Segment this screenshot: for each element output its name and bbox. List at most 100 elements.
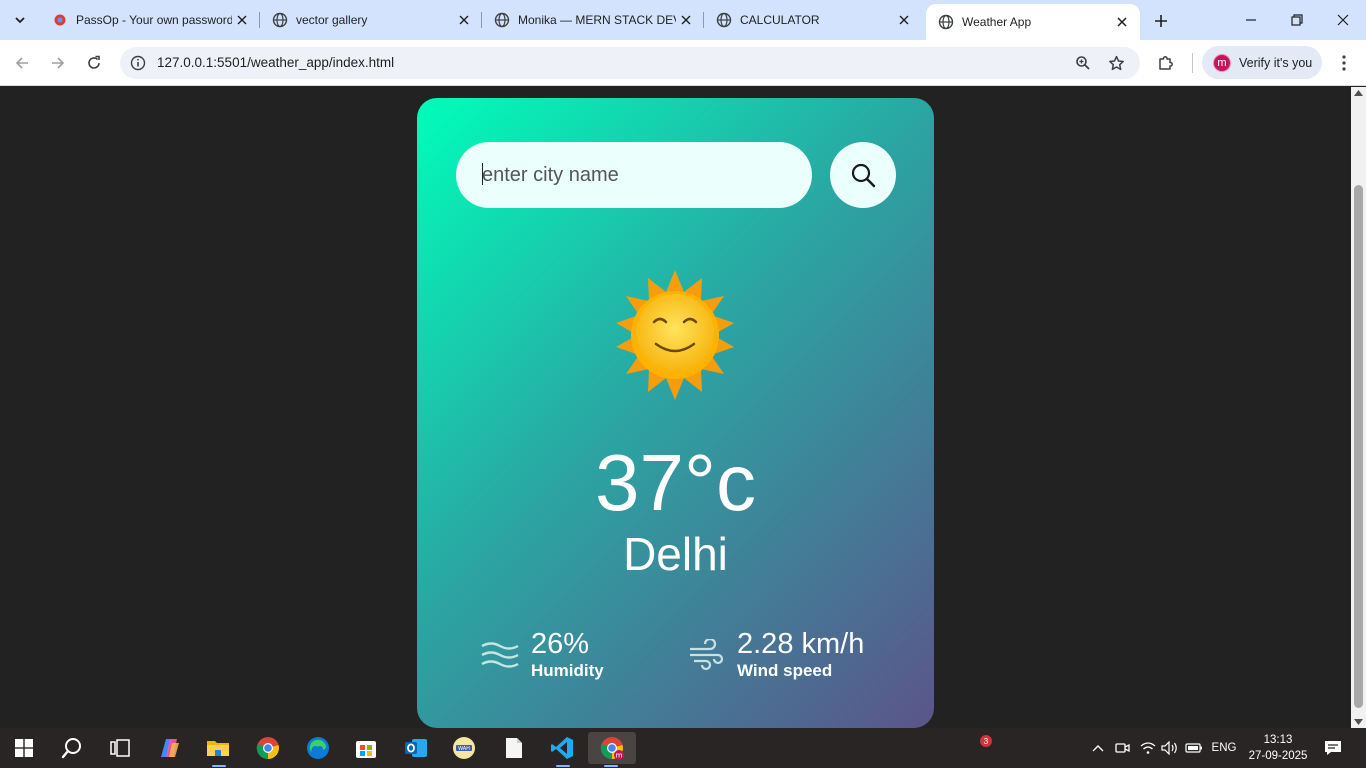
- tab-title: vector gallery: [296, 13, 368, 27]
- arrow-left-icon: [15, 57, 28, 69]
- url-text: 127.0.0.1:5501/weather_app/index.html: [157, 55, 395, 70]
- back-button[interactable]: [8, 49, 36, 77]
- volume-icon[interactable]: [1159, 728, 1181, 768]
- restore-icon: [1291, 14, 1303, 26]
- humidity-text: 26% Humidity: [531, 628, 604, 682]
- battery-icon[interactable]: [1183, 728, 1205, 768]
- globe-icon: [716, 12, 732, 28]
- running-indicator: [556, 765, 570, 767]
- tab-calculator[interactable]: CALCULATOR: [704, 0, 922, 40]
- tab-search-button[interactable]: [6, 6, 34, 34]
- tab-title: Weather App: [962, 15, 1032, 29]
- tab-passop[interactable]: PassOp - Your own password manager: [40, 0, 260, 40]
- search-button[interactable]: [830, 142, 896, 208]
- reload-button[interactable]: [80, 49, 108, 77]
- tab-title: PassOp - Your own password manager: [76, 13, 232, 27]
- globe-icon: [938, 14, 954, 30]
- copilot-icon[interactable]: [150, 732, 190, 764]
- humidity-value: 26%: [531, 628, 590, 660]
- wind-text: 2.28 km/h Wind speed: [737, 628, 864, 682]
- clock-time: 13:13: [1263, 734, 1293, 746]
- globe-icon: [272, 12, 288, 28]
- outlook-icon[interactable]: [396, 732, 436, 764]
- wind-icon: [685, 634, 727, 676]
- minimize-icon: [1246, 19, 1256, 21]
- search-icon: [851, 163, 876, 188]
- page-viewport: 37°c Delhi 26% Humidity 2.28 km/h Wind s…: [0, 87, 1351, 728]
- toolbar-divider: [1192, 53, 1193, 73]
- minimize-button[interactable]: [1228, 0, 1274, 40]
- chrome-profile-icon[interactable]: m: [588, 732, 636, 767]
- restore-button[interactable]: [1274, 0, 1320, 40]
- city-search-input[interactable]: [456, 142, 812, 208]
- globe-icon: [494, 12, 510, 28]
- tab-monika[interactable]: Monika — MERN STACK DEVELOPER: [482, 0, 704, 40]
- language-indicator[interactable]: ENG: [1208, 728, 1240, 768]
- forward-button[interactable]: [44, 49, 72, 77]
- close-tab-icon[interactable]: [232, 10, 252, 30]
- windows-start-icon[interactable]: [4, 732, 44, 764]
- tab-vector-gallery[interactable]: vector gallery: [260, 0, 482, 40]
- tab-weather-app[interactable]: Weather App: [926, 4, 1140, 40]
- weather-card: 37°c Delhi 26% Humidity 2.28 km/h Wind s…: [417, 98, 934, 728]
- svg-text:m: m: [616, 752, 623, 760]
- close-window-button[interactable]: [1320, 0, 1366, 40]
- sun-icon: [616, 270, 734, 400]
- site-info-icon[interactable]: [126, 51, 150, 75]
- file-explorer-icon[interactable]: [198, 732, 238, 767]
- search-icon[interactable]: [52, 732, 92, 764]
- notifications-icon[interactable]: [1320, 728, 1346, 768]
- page-scrollbar[interactable]: [1351, 87, 1366, 728]
- reload-icon: [88, 55, 100, 69]
- tab-title: CALCULATOR: [740, 13, 820, 27]
- wah-app-icon[interactable]: WAH: [444, 732, 484, 764]
- profile-verify-button[interactable]: m Verify it's you: [1202, 46, 1322, 79]
- scroll-up-arrow-icon[interactable]: [1354, 90, 1363, 96]
- browser-toolbar: 127.0.0.1:5501/weather_app/index.html m …: [0, 40, 1366, 86]
- system-clock[interactable]: 13:13 27-09-2025: [1244, 732, 1312, 764]
- avatar: m: [1213, 53, 1231, 72]
- city-name: Delhi: [623, 528, 728, 580]
- bookmark-star-icon[interactable]: [1104, 51, 1128, 75]
- edge-icon[interactable]: [298, 732, 338, 764]
- verify-label: Verify it's you: [1239, 55, 1313, 70]
- humidity-section: 26% Humidity: [479, 628, 604, 682]
- scrollbar-thumb[interactable]: [1354, 185, 1363, 708]
- running-indicator: [604, 765, 618, 767]
- notepad-icon[interactable]: [494, 732, 534, 764]
- temperature-value: 37°c: [595, 438, 756, 527]
- show-hidden-icons-icon[interactable]: [1088, 728, 1108, 768]
- wifi-icon[interactable]: [1137, 728, 1159, 768]
- store-icon[interactable]: [346, 732, 386, 764]
- address-bar[interactable]: 127.0.0.1:5501/weather_app/index.html: [120, 47, 1140, 79]
- puzzle-icon: [1159, 56, 1173, 70]
- meet-now-icon[interactable]: [1112, 728, 1134, 768]
- zoom-icon[interactable]: [1071, 51, 1095, 75]
- close-tab-icon[interactable]: [676, 10, 696, 30]
- plus-icon: [1155, 15, 1167, 27]
- vscode-icon[interactable]: [542, 732, 582, 767]
- wind-label: Wind speed: [737, 661, 833, 680]
- scroll-down-arrow-icon[interactable]: [1354, 719, 1363, 725]
- close-icon: [1337, 14, 1349, 26]
- running-indicator: [212, 765, 226, 767]
- close-tab-icon[interactable]: [1112, 12, 1132, 32]
- task-view-icon[interactable]: [100, 732, 140, 764]
- passop-icon: [52, 12, 68, 28]
- notification-badge: 3: [980, 735, 992, 747]
- svg-text:WAH: WAH: [458, 746, 470, 752]
- close-tab-icon[interactable]: [454, 10, 474, 30]
- browser-menu-button[interactable]: [1330, 49, 1358, 77]
- arrow-right-icon: [52, 57, 65, 69]
- extensions-button[interactable]: [1152, 49, 1180, 77]
- close-tab-icon[interactable]: [894, 10, 914, 30]
- wind-value: 2.28 km/h: [737, 628, 865, 660]
- tab-title: Monika — MERN STACK DEVELOPER: [518, 13, 676, 27]
- chrome-icon[interactable]: [248, 732, 288, 764]
- chevron-down-icon: [15, 17, 25, 24]
- new-tab-button[interactable]: [1148, 8, 1174, 34]
- clock-date: 27-09-2025: [1248, 750, 1308, 762]
- browser-tab-strip: PassOp - Your own password manager vecto…: [0, 0, 1366, 40]
- wind-section: 2.28 km/h Wind speed: [685, 628, 864, 682]
- text-caret: [482, 163, 483, 185]
